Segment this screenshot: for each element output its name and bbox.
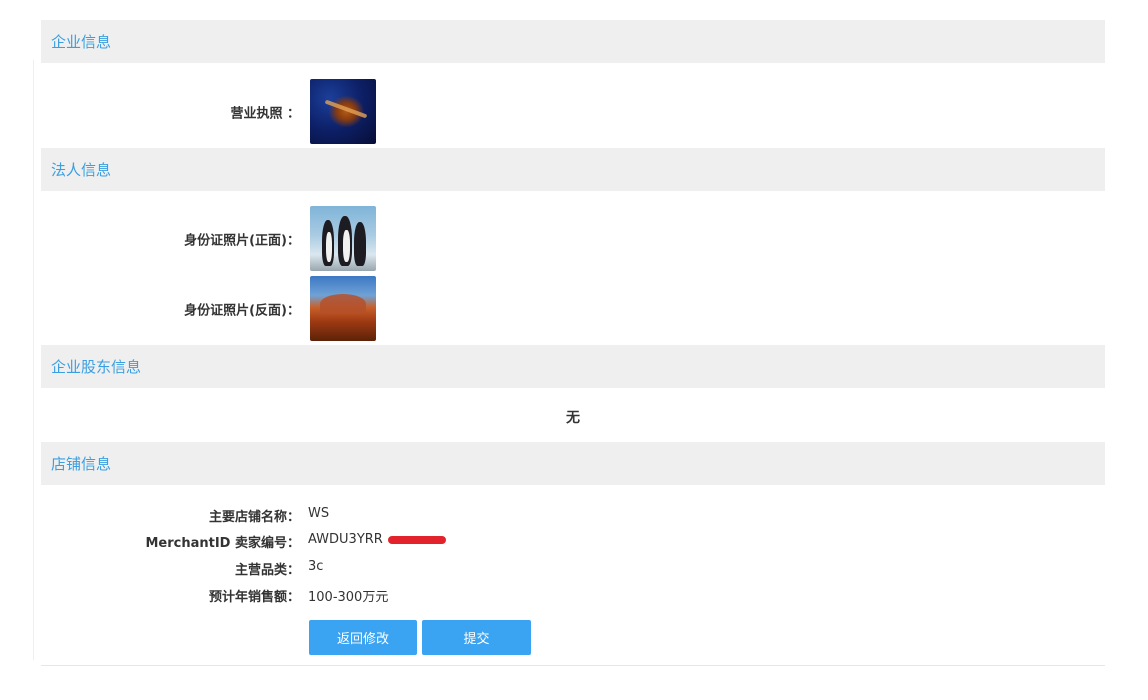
back-edit-button[interactable]: 返回修改 bbox=[309, 620, 417, 655]
business-license-row: 营业执照 ： bbox=[41, 79, 1105, 145]
left-border bbox=[33, 60, 34, 660]
merchant-id-label: MerchantID 卖家编号： bbox=[145, 536, 300, 551]
id-back-label: 身份证照片(反面)： bbox=[184, 303, 300, 319]
store-name-value: WS bbox=[308, 506, 330, 521]
section-company-header: 企业信息 bbox=[41, 20, 1105, 63]
id-front-label: 身份证照片(正面)： bbox=[184, 233, 300, 249]
annual-sales-label: 预计年销售额： bbox=[208, 590, 300, 605]
business-license-label: 营业执照 ： bbox=[230, 106, 300, 122]
main-category-value: 3c bbox=[308, 559, 324, 574]
id-back-thumbnail[interactable] bbox=[310, 276, 376, 341]
business-license-thumbnail[interactable] bbox=[310, 79, 376, 144]
bottom-divider bbox=[41, 665, 1105, 666]
id-front-row: 身份证照片(正面)： bbox=[41, 206, 1105, 272]
submit-button[interactable]: 提交 bbox=[422, 620, 531, 655]
id-front-thumbnail[interactable] bbox=[310, 206, 376, 271]
store-name-label: 主要店铺名称： bbox=[208, 510, 300, 525]
section-legal-header: 法人信息 bbox=[41, 148, 1105, 191]
merchant-id-value: AWDU3YRR bbox=[308, 532, 383, 547]
shareholders-empty-text: 无 bbox=[566, 410, 580, 426]
section-store-header: 店铺信息 bbox=[41, 442, 1105, 485]
section-title: 店铺信息 bbox=[51, 455, 112, 473]
section-title: 企业股东信息 bbox=[51, 358, 142, 376]
annual-sales-value: 100-300万元 bbox=[308, 590, 389, 605]
redaction-mark bbox=[388, 536, 446, 544]
main-category-label: 主营品类： bbox=[234, 563, 300, 578]
section-title: 企业信息 bbox=[51, 33, 112, 51]
section-title: 法人信息 bbox=[51, 161, 112, 179]
id-back-row: 身份证照片(反面)： bbox=[41, 276, 1105, 342]
section-shareholders-header: 企业股东信息 bbox=[41, 345, 1105, 388]
